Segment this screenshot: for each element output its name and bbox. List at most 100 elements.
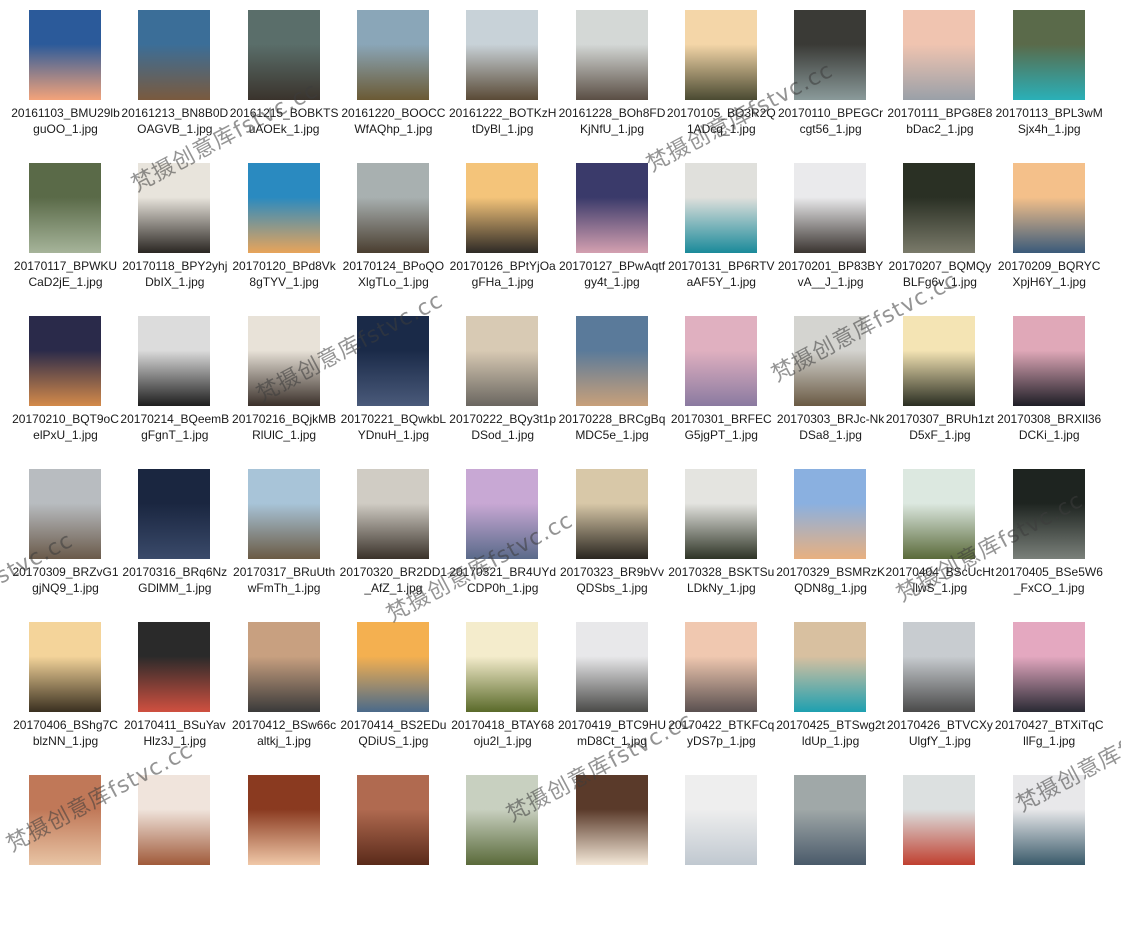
file-thumbnail[interactable]: [575, 775, 648, 865]
file-item[interactable]: 20170419_BTC9HUmD8Ct_1.jpg: [558, 622, 667, 772]
file-item[interactable]: 20170207_BQMQyBLFg6v_1.jpg: [885, 163, 994, 313]
file-thumbnail[interactable]: [903, 622, 976, 712]
file-thumbnail[interactable]: [684, 469, 757, 559]
file-thumbnail[interactable]: [138, 10, 211, 100]
file-thumbnail[interactable]: [29, 469, 101, 559]
file-item[interactable]: 20161228_BOh8FDKjNfU_1.jpg: [558, 10, 667, 160]
file-thumbnail[interactable]: [247, 622, 320, 712]
file-thumbnail[interactable]: [794, 775, 867, 865]
file-item[interactable]: 20170406_BShg7CblzNN_1.jpg: [11, 622, 120, 772]
file-item[interactable]: 20170308_BRXIl36DCKi_1.jpg: [995, 316, 1104, 466]
file-thumbnail[interactable]: [903, 775, 976, 865]
file-item[interactable]: [230, 775, 339, 925]
file-item[interactable]: [885, 775, 994, 925]
file-thumbnail[interactable]: [247, 469, 320, 559]
file-thumbnail[interactable]: [794, 622, 867, 712]
file-item[interactable]: 20170309_BRZvG1gjNQ9_1.jpg: [11, 469, 120, 619]
file-thumbnail[interactable]: [29, 163, 101, 253]
file-item[interactable]: [120, 775, 229, 925]
file-item[interactable]: [448, 775, 557, 925]
file-item[interactable]: 20161215_BOBKTSuAOEk_1.jpg: [230, 10, 339, 160]
file-item[interactable]: 20170425_BTSwg2tldUp_1.jpg: [776, 622, 885, 772]
file-thumbnail[interactable]: [29, 316, 101, 406]
file-item[interactable]: 20170216_BQjkMBRlUlC_1.jpg: [230, 316, 339, 466]
file-thumbnail[interactable]: [575, 10, 648, 100]
file-item[interactable]: 20170214_BQeemBgFgnT_1.jpg: [120, 316, 229, 466]
file-thumbnail[interactable]: [466, 622, 539, 712]
file-thumbnail[interactable]: [794, 10, 867, 100]
file-thumbnail[interactable]: [356, 10, 429, 100]
file-thumbnail[interactable]: [684, 10, 757, 100]
file-item[interactable]: 20170201_BP83BYvA__J_1.jpg: [776, 163, 885, 313]
file-thumbnail[interactable]: [1012, 469, 1085, 559]
file-thumbnail[interactable]: [138, 622, 211, 712]
file-item[interactable]: 20170120_BPd8Vk8gTYV_1.jpg: [230, 163, 339, 313]
file-thumbnail[interactable]: [247, 316, 320, 406]
file-item[interactable]: 20170321_BR4UYdCDP0h_1.jpg: [448, 469, 557, 619]
file-item[interactable]: [667, 775, 776, 925]
file-thumbnail[interactable]: [575, 163, 648, 253]
file-thumbnail[interactable]: [356, 316, 429, 406]
file-item[interactable]: 20170414_BS2EDuQDiUS_1.jpg: [339, 622, 448, 772]
file-thumbnail[interactable]: [356, 622, 429, 712]
file-item[interactable]: 20161103_BMU29lbguOO_1.jpg: [11, 10, 120, 160]
file-thumbnail[interactable]: [247, 163, 320, 253]
file-item[interactable]: 20170228_BRCgBqMDC5e_1.jpg: [558, 316, 667, 466]
file-thumbnail[interactable]: [575, 469, 648, 559]
file-item[interactable]: 20170221_BQwkbLYDnuH_1.jpg: [339, 316, 448, 466]
file-item[interactable]: 20170301_BRFECG5jgPT_1.jpg: [667, 316, 776, 466]
file-item[interactable]: [11, 775, 120, 925]
file-item[interactable]: 20170117_BPWKUCaD2jE_1.jpg: [11, 163, 120, 313]
file-thumbnail[interactable]: [138, 775, 211, 865]
file-item[interactable]: 20170404_BScUcHtllwS_1.jpg: [885, 469, 994, 619]
file-item[interactable]: 20161213_BN8B0DOAGVB_1.jpg: [120, 10, 229, 160]
file-thumbnail[interactable]: [466, 10, 539, 100]
file-thumbnail[interactable]: [466, 163, 539, 253]
file-thumbnail[interactable]: [903, 10, 976, 100]
file-item[interactable]: 20170111_BPG8E8bDac2_1.jpg: [885, 10, 994, 160]
file-item[interactable]: 20170422_BTKFCqyDS7p_1.jpg: [667, 622, 776, 772]
file-thumbnail[interactable]: [794, 469, 867, 559]
file-thumbnail[interactable]: [1012, 316, 1085, 406]
file-thumbnail[interactable]: [684, 622, 757, 712]
file-item[interactable]: [558, 775, 667, 925]
file-thumbnail[interactable]: [903, 163, 976, 253]
file-item[interactable]: 20170303_BRJc-NkDSa8_1.jpg: [776, 316, 885, 466]
file-thumbnail[interactable]: [1012, 163, 1085, 253]
file-thumbnail[interactable]: [1012, 622, 1085, 712]
file-thumbnail[interactable]: [247, 10, 320, 100]
file-thumbnail[interactable]: [29, 622, 101, 712]
file-item[interactable]: 20170323_BR9bVvQDSbs_1.jpg: [558, 469, 667, 619]
file-item[interactable]: 20170222_BQy3t1pDSod_1.jpg: [448, 316, 557, 466]
file-item[interactable]: 20170113_BPL3wMSjx4h_1.jpg: [995, 10, 1104, 160]
file-item[interactable]: 20170131_BP6RTVaAF5Y_1.jpg: [667, 163, 776, 313]
file-thumbnail[interactable]: [575, 622, 648, 712]
file-thumbnail[interactable]: [684, 163, 757, 253]
file-item[interactable]: 20170426_BTVCXyUlgfY_1.jpg: [885, 622, 994, 772]
file-item[interactable]: 20170209_BQRYCXpjH6Y_1.jpg: [995, 163, 1104, 313]
file-item[interactable]: 20170412_BSw66caltkj_1.jpg: [230, 622, 339, 772]
file-item[interactable]: 20161220_BOOCCWfAQhp_1.jpg: [339, 10, 448, 160]
file-item[interactable]: 20170317_BRuUthwFmTh_1.jpg: [230, 469, 339, 619]
file-thumbnail[interactable]: [29, 775, 101, 865]
file-item[interactable]: 20170124_BPoQOXlgTLo_1.jpg: [339, 163, 448, 313]
file-thumbnail[interactable]: [138, 316, 211, 406]
file-thumbnail[interactable]: [794, 316, 867, 406]
file-item[interactable]: 20170126_BPtYjOagFHa_1.jpg: [448, 163, 557, 313]
file-item[interactable]: [776, 775, 885, 925]
file-thumbnail[interactable]: [903, 469, 976, 559]
file-thumbnail[interactable]: [356, 163, 429, 253]
file-thumbnail[interactable]: [1012, 10, 1085, 100]
file-thumbnail[interactable]: [466, 316, 539, 406]
file-thumbnail[interactable]: [903, 316, 976, 406]
file-item[interactable]: 20170405_BSe5W6_FxCO_1.jpg: [995, 469, 1104, 619]
file-item[interactable]: [995, 775, 1104, 925]
file-thumbnail[interactable]: [1012, 775, 1085, 865]
file-item[interactable]: 20170118_BPY2yhjDbIX_1.jpg: [120, 163, 229, 313]
file-thumbnail[interactable]: [247, 775, 320, 865]
file-item[interactable]: 20170316_BRq6NzGDlMM_1.jpg: [120, 469, 229, 619]
file-thumbnail[interactable]: [794, 163, 867, 253]
file-thumbnail[interactable]: [684, 775, 757, 865]
file-thumbnail[interactable]: [466, 775, 539, 865]
file-thumbnail[interactable]: [684, 316, 757, 406]
